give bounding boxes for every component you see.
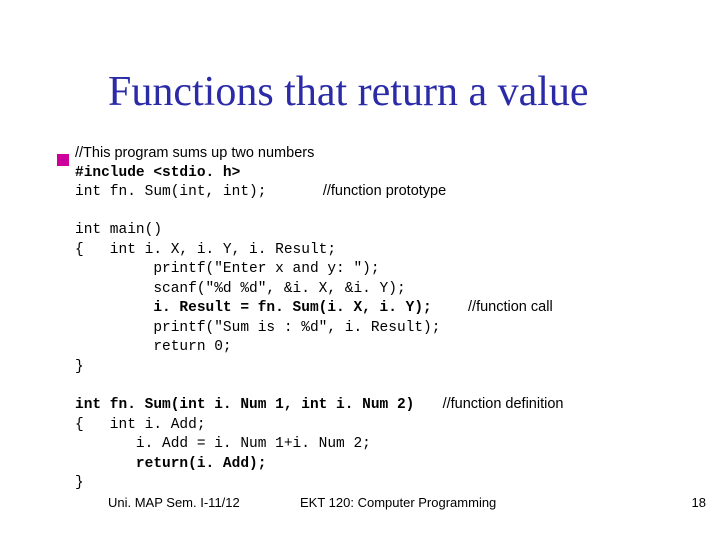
main-decl: { int i. X, i. Y, i. Result;	[75, 242, 336, 258]
main-close: }	[75, 359, 84, 375]
fn-def-assign: i. Add = i. Num 1+i. Num 2;	[75, 436, 371, 452]
fn-def-return: return(i. Add);	[75, 456, 266, 472]
fn-def-decl: { int i. Add;	[75, 417, 206, 433]
scanf-line: scanf("%d %d", &i. X, &i. Y);	[75, 281, 406, 297]
include-directive: #include <stdio. h>	[75, 165, 240, 181]
prototype-comment: //function prototype	[323, 183, 446, 199]
return-zero: return 0;	[75, 339, 232, 355]
printf-enter: printf("Enter x and y: ");	[75, 261, 380, 277]
fn-def-sig: int fn. Sum(int i. Num 1, int i. Num 2)	[75, 397, 414, 413]
code-block: //This program sums up two numbers #incl…	[75, 144, 675, 493]
printf-sum: printf("Sum is : %d", i. Result);	[75, 320, 440, 336]
call-comment: //function call	[468, 299, 553, 315]
main-open: int main()	[75, 222, 162, 238]
fn-def-close: }	[75, 475, 84, 491]
footer-center: EKT 120: Computer Programming	[300, 495, 496, 510]
call-code: i. Result = fn. Sum(i. X, i. Y);	[75, 300, 432, 316]
page-number: 18	[692, 495, 706, 510]
slide-title: Functions that return a value	[108, 68, 700, 116]
comment-program: //This program sums up two numbers	[75, 145, 314, 161]
bullet-marker	[57, 154, 69, 166]
prototype-code: int fn. Sum(int, int);	[75, 184, 266, 200]
slide: Functions that return a value //This pro…	[0, 0, 720, 540]
fn-def-comment: //function definition	[443, 396, 564, 412]
footer-left: Uni. MAP Sem. I-11/12	[108, 495, 240, 510]
